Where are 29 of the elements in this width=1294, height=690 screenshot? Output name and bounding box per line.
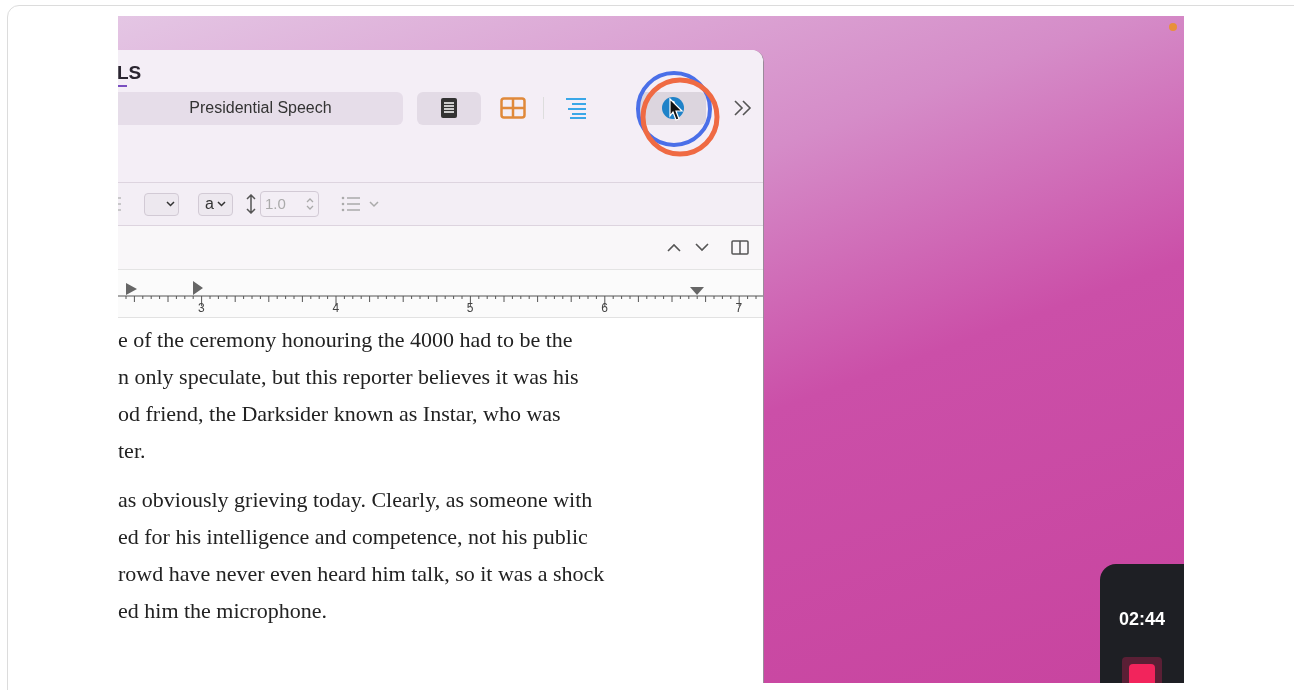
- caret-icon: [166, 201, 175, 207]
- ruler-label: 7: [735, 300, 743, 317]
- stepper-icon: [306, 197, 314, 211]
- document-view-button[interactable]: [417, 91, 481, 125]
- chevron-down-icon[interactable]: [695, 243, 709, 252]
- style-value: a: [205, 194, 214, 214]
- body-paragraph: e of the ceremony honouring the 4000 had to be the n only speculate, but this reporter believes it was his od friend, the Darksider known as Instar, who was ter.: [118, 326, 579, 465]
- chevron-up-icon[interactable]: [667, 243, 681, 252]
- document-icon: [440, 97, 458, 119]
- style-dropdown[interactable]: a: [198, 192, 233, 216]
- split-view-icon[interactable]: [731, 240, 749, 255]
- ruler-label: 6: [601, 300, 608, 317]
- handle-icon: [118, 197, 122, 211]
- document-title-field[interactable]: Presidential Speech: [118, 91, 403, 125]
- stop-button[interactable]: [1122, 657, 1162, 683]
- caret-icon: [216, 201, 226, 207]
- overflow-chevron-icon[interactable]: [733, 99, 753, 117]
- ruler-label: 5: [466, 300, 474, 317]
- recording-timer: 02:44: [1118, 608, 1165, 631]
- body-paragraph: as obviously grieving today. Clearly, as someone with ed for his intelligence and competence, not his public rowd have never even heard him talk, so it was a shock ed him the microphone.: [118, 486, 605, 625]
- window-title: LS: [118, 61, 142, 81]
- cursor-icon: [668, 98, 684, 122]
- dropdown-field[interactable]: [144, 192, 179, 216]
- ruler-label: 3: [198, 300, 205, 317]
- caret-icon: [369, 200, 379, 208]
- ruler-label: 4: [332, 300, 340, 317]
- line-spacing-value: 1.0: [265, 193, 286, 214]
- stop-icon: [1129, 664, 1155, 683]
- line-spacing-icon: [245, 194, 257, 214]
